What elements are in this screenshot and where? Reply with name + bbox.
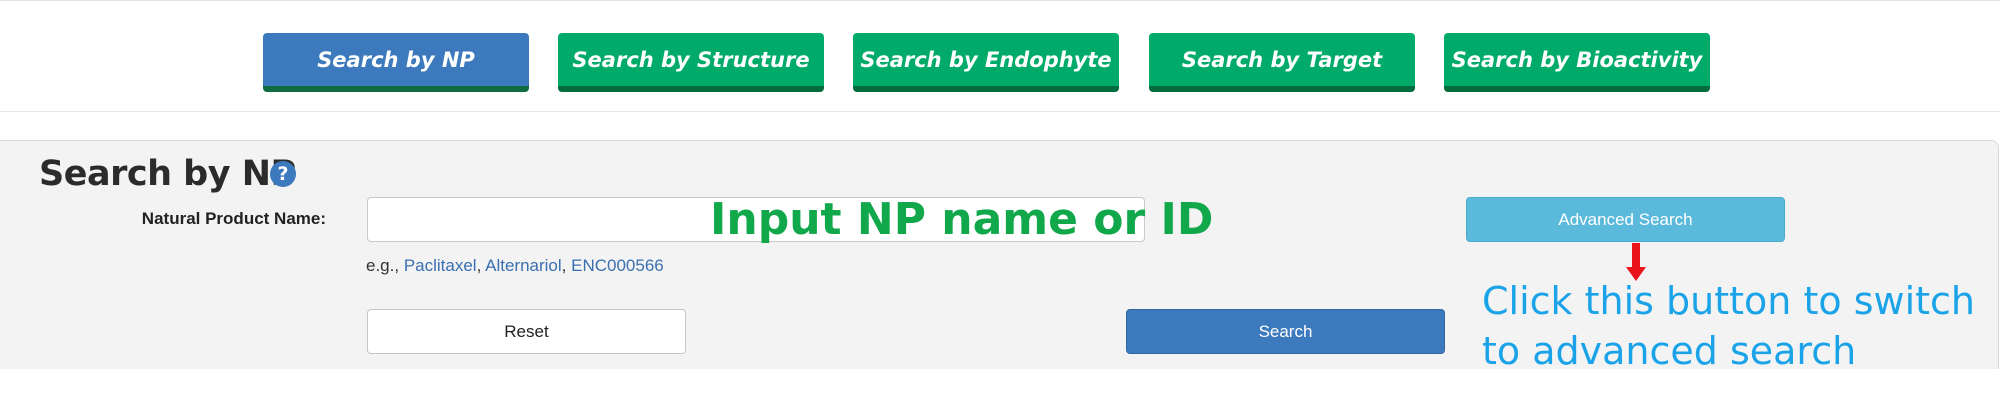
reset-button[interactable]: Reset bbox=[367, 309, 686, 354]
tab-search-by-bioactivity[interactable]: Search by Bioactivity bbox=[1444, 33, 1710, 92]
np-name-input[interactable] bbox=[367, 197, 1145, 242]
examples-prefix: e.g., bbox=[366, 256, 400, 275]
advanced-search-button[interactable]: Advanced Search bbox=[1466, 197, 1785, 242]
search-button[interactable]: Search bbox=[1126, 309, 1445, 354]
help-icon[interactable]: ? bbox=[270, 161, 296, 187]
example-link-enc000566[interactable]: ENC000566 bbox=[571, 256, 664, 275]
examples-line: e.g., Paclitaxel, Alternariol, ENC000566 bbox=[366, 256, 664, 275]
tabs-divider bbox=[0, 111, 2000, 112]
top-divider bbox=[0, 0, 2000, 1]
tab-search-by-structure[interactable]: Search by Structure bbox=[558, 33, 824, 92]
example-link-alternariol[interactable]: Alternariol bbox=[485, 256, 562, 275]
annotation-line-2: to advanced search bbox=[1482, 329, 1857, 373]
natural-product-name-label: Natural Product Name: bbox=[141, 209, 326, 228]
tab-search-by-np[interactable]: Search by NP bbox=[263, 33, 529, 92]
tab-search-by-endophyte[interactable]: Search by Endophyte bbox=[853, 33, 1119, 92]
tab-search-by-target[interactable]: Search by Target bbox=[1149, 33, 1415, 92]
annotation-line-1: Click this button to switch bbox=[1482, 279, 1975, 323]
page-title: Search by NP bbox=[39, 154, 296, 194]
example-link-paclitaxel[interactable]: Paclitaxel bbox=[404, 256, 477, 275]
advanced-search-annotation: Click this button to switch to advanced … bbox=[1482, 276, 1982, 376]
